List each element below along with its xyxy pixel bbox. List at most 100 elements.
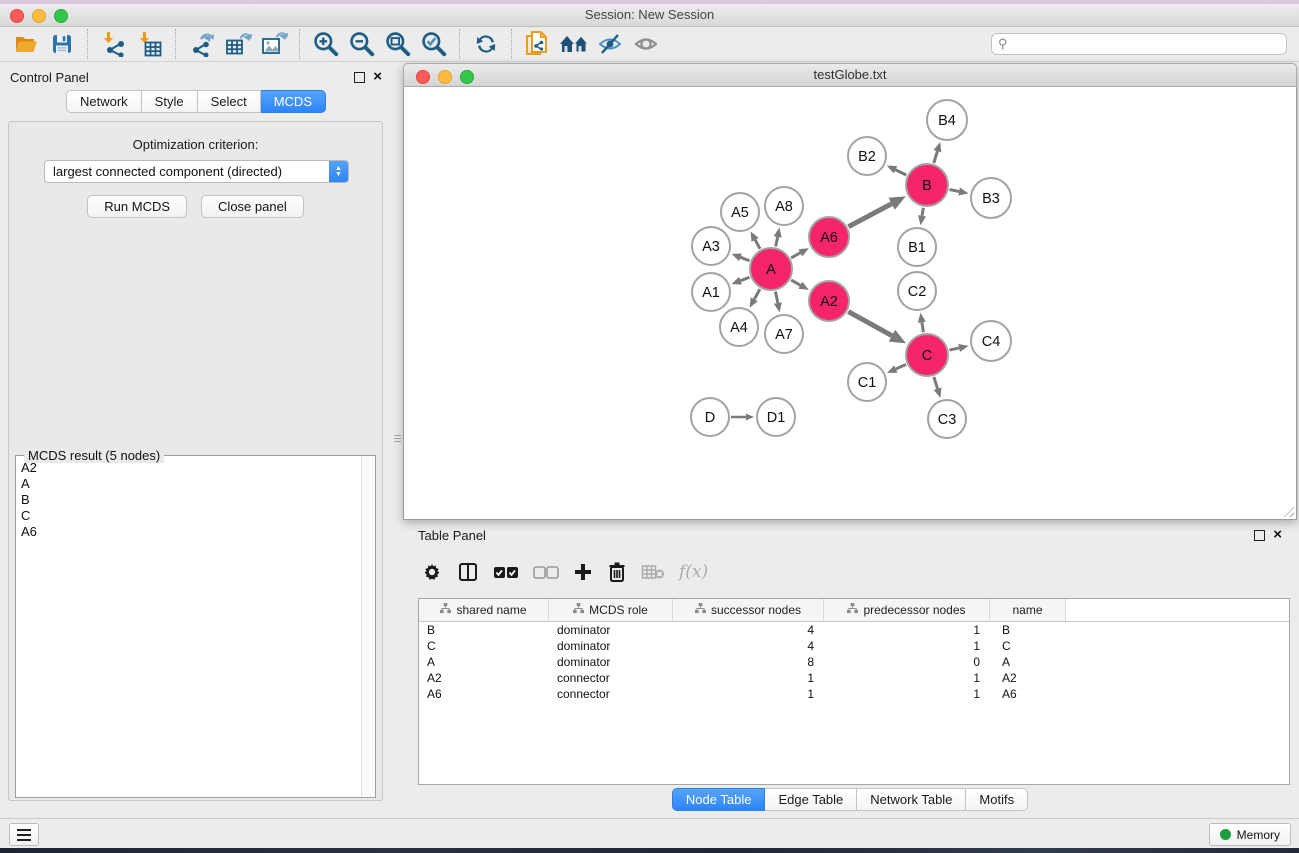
column-header-shared-name[interactable]: shared name [419,599,549,621]
graph-node-label-B: B [922,178,932,194]
graph-edge-A2-C[interactable] [848,312,892,336]
export-table-icon[interactable] [220,28,256,60]
task-history-button[interactable] [9,823,39,846]
graph-edge-C-C1[interactable] [896,364,906,369]
float-panel-icon[interactable] [354,72,365,83]
export-image-icon[interactable] [256,28,292,60]
search-field[interactable]: ⚲ [991,33,1287,55]
graph-edge-A-A3[interactable] [741,257,750,260]
show-panels-icon[interactable] [628,28,664,60]
mcds-result-item[interactable]: A6 [17,524,361,540]
graph-edge-A-A4[interactable] [754,289,760,299]
close-panel-button[interactable]: Close panel [201,195,304,218]
search-input[interactable] [1012,36,1280,52]
table-row[interactable]: Cdominator41C [419,638,1289,654]
column-header-predecessor-nodes[interactable]: predecessor nodes [824,599,990,621]
run-mcds-button[interactable]: Run MCDS [87,195,187,218]
tab-edge-table[interactable]: Edge Table [765,788,857,811]
zoom-network-window-button[interactable] [460,70,474,84]
tab-mcds[interactable]: MCDS [261,90,326,113]
table-panel-titlebar: Table Panel × [403,522,1297,548]
table-cell: A2 [990,670,1066,686]
tab-node-table[interactable]: Node Table [672,788,766,811]
graph-edge-arrowhead [746,414,754,421]
memory-button[interactable]: Memory [1209,823,1291,846]
network-canvas[interactable]: AA1A2A3A4A5A6A7A8BB1B2B3B4CC1C2C3C4DD1 [403,87,1297,520]
mcds-result-item[interactable]: A2 [17,460,361,476]
table-panel-title: Table Panel [418,528,486,543]
tab-network[interactable]: Network [66,90,142,113]
optimization-criterion-select[interactable]: largest connected component (directed) ▲… [44,160,349,183]
mcds-result-list[interactable]: A2ABCA6 [17,460,361,796]
home-icon[interactable] [556,28,592,60]
graph-edge-C-C4[interactable] [949,348,959,350]
mcds-result-scrollbar[interactable] [361,456,375,797]
graph-edge-B-B3[interactable] [950,190,960,192]
delete-table-icon[interactable] [641,557,665,587]
tab-network-table[interactable]: Network Table [857,788,966,811]
minimize-window-button[interactable] [32,9,46,23]
table-row[interactable]: Bdominator41B [419,622,1289,638]
toggle-columns-icon[interactable] [457,557,479,587]
graph-edge-A-A1[interactable] [741,277,750,280]
zoom-selected-icon[interactable] [416,28,452,60]
import-network-icon[interactable] [96,28,132,60]
graph-edge-B-B4[interactable] [934,151,938,163]
add-column-icon[interactable] [573,557,593,587]
table-row[interactable]: Adominator80A [419,654,1289,670]
network-window-titlebar[interactable]: testGlobe.txt [403,63,1297,87]
tab-motifs[interactable]: Motifs [966,788,1028,811]
export-network-icon[interactable] [184,28,220,60]
vertical-splitter-grip[interactable] [394,428,401,448]
graph-edge-B-B2[interactable] [895,170,906,175]
graph-node-label-B4: B4 [938,113,956,129]
column-header-successor-nodes[interactable]: successor nodes [673,599,824,621]
mcds-result-item[interactable]: B [17,492,361,508]
column-header-name[interactable]: name [990,599,1066,621]
list-icon [17,829,31,841]
minimize-network-window-button[interactable] [438,70,452,84]
table-row[interactable]: A2connector11A2 [419,670,1289,686]
main-area: Control Panel × NetworkStyleSelectMCDS O… [0,62,1299,818]
select-all-columns-icon[interactable] [493,557,519,587]
tab-select[interactable]: Select [198,90,261,113]
network-window-title: testGlobe.txt [404,64,1296,86]
graph-edge-A-A2[interactable] [791,280,800,285]
graph-edge-C-C2[interactable] [922,322,924,332]
zoom-window-button[interactable] [54,9,68,23]
function-builder-icon[interactable]: f(x) [679,557,708,587]
table-row[interactable]: A6connector11A6 [419,686,1289,702]
control-panel-title: Control Panel [10,70,89,85]
graph-edge-B-B1[interactable] [922,208,923,216]
graph-edge-C-C3[interactable] [934,377,938,389]
refresh-layout-icon[interactable] [468,28,504,60]
column-type-icon [847,603,858,617]
graph-edge-A-A6[interactable] [791,253,800,258]
import-table-icon[interactable] [132,28,168,60]
tab-style[interactable]: Style [142,90,198,113]
zoom-out-icon[interactable] [344,28,380,60]
open-session-icon[interactable] [8,28,44,60]
zoom-in-icon[interactable] [308,28,344,60]
zoom-fit-icon[interactable] [380,28,416,60]
graph-edge-A-A8[interactable] [776,237,778,247]
graph-edge-A6-B[interactable] [848,204,891,227]
close-window-button[interactable] [10,9,24,23]
table-body: Bdominator41BCdominator41CAdominator80AA… [419,622,1289,702]
control-panel: Control Panel × NetworkStyleSelectMCDS O… [0,64,392,818]
settings-gear-icon[interactable] [421,557,443,587]
graph-edge-A-A5[interactable] [755,240,760,249]
clone-network-icon[interactable] [520,28,556,60]
deselect-all-columns-icon[interactable] [533,557,559,587]
mcds-result-item[interactable]: A [17,476,361,492]
mcds-result-item[interactable]: C [17,508,361,524]
close-network-window-button[interactable] [416,70,430,84]
hide-panels-icon[interactable] [592,28,628,60]
float-table-panel-icon[interactable] [1254,530,1265,541]
graph-edge-A-A7[interactable] [776,292,778,303]
close-table-panel-icon[interactable]: × [1273,530,1282,540]
column-header-MCDS-role[interactable]: MCDS role [549,599,673,621]
delete-column-icon[interactable] [607,557,627,587]
save-session-icon[interactable] [44,28,80,60]
close-panel-icon[interactable]: × [373,72,382,82]
